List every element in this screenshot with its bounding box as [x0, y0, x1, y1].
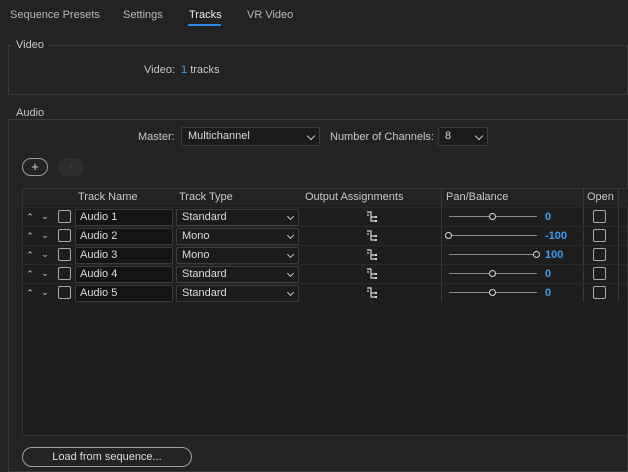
row-select-checkbox[interactable] [58, 229, 71, 242]
pan-value[interactable]: 100 [545, 249, 563, 261]
move-down-icon[interactable]: ⌄ [41, 210, 49, 222]
pan-value[interactable]: -100 [545, 230, 567, 242]
header-open: Open [587, 191, 614, 203]
channels-dropdown[interactable]: 8 [438, 127, 488, 146]
track-type-dropdown[interactable]: Mono [176, 247, 299, 264]
track-type-value: Standard [182, 287, 227, 299]
tab-sequence-presets[interactable]: Sequence Presets [10, 9, 100, 21]
video-count-number[interactable]: 1 [181, 64, 187, 76]
output-routing-icon[interactable] [366, 249, 378, 261]
chevron-down-icon [286, 231, 295, 240]
master-label: Master: [138, 131, 175, 143]
open-checkbox[interactable] [593, 248, 606, 261]
track-name-field[interactable]: Audio 4 [75, 266, 173, 283]
video-count-unit: tracks [190, 64, 220, 76]
chevron-down-icon [286, 269, 295, 278]
pan-slider-track[interactable] [449, 235, 537, 236]
add-track-button[interactable]: + [22, 158, 48, 176]
track-name-field[interactable]: Audio 1 [75, 209, 173, 226]
move-up-icon[interactable]: ⌃ [26, 211, 34, 223]
move-down-icon[interactable]: ⌄ [41, 248, 49, 260]
pan-slider-thumb[interactable] [533, 251, 540, 258]
output-routing-icon[interactable] [366, 287, 378, 299]
row-select-checkbox[interactable] [58, 210, 71, 223]
chevron-down-icon [286, 288, 295, 297]
audio-legend: Audio [12, 107, 49, 119]
tab-settings[interactable]: Settings [123, 9, 163, 21]
load-from-sequence-button[interactable]: Load from sequence... [22, 447, 192, 467]
header-track-type: Track Type [179, 191, 233, 203]
track-type-value: Mono [182, 249, 210, 261]
pan-slider-thumb[interactable] [445, 232, 452, 239]
track-type-dropdown[interactable]: Standard [176, 285, 299, 302]
move-down-icon[interactable]: ⌄ [41, 229, 49, 241]
table-row: ⌃ ⌄ Audio 2 Mono -100 [23, 226, 628, 245]
track-type-value: Standard [182, 268, 227, 280]
chevron-down-icon [306, 131, 316, 141]
active-tab-indicator [188, 24, 221, 26]
master-dropdown[interactable]: Multichannel [181, 127, 320, 146]
remove-track-button[interactable]: - [58, 158, 84, 176]
channels-label: Number of Channels: [330, 131, 434, 143]
track-type-value: Mono [182, 230, 210, 242]
header-pan-balance: Pan/Balance [446, 191, 509, 203]
pan-value[interactable]: 0 [545, 211, 551, 223]
row-select-checkbox[interactable] [58, 248, 71, 261]
track-type-dropdown[interactable]: Standard [176, 209, 299, 226]
video-label: Video: [144, 64, 175, 76]
pan-slider-track[interactable] [449, 254, 537, 255]
open-checkbox[interactable] [593, 210, 606, 223]
open-checkbox[interactable] [593, 286, 606, 299]
move-up-icon[interactable]: ⌃ [26, 287, 34, 299]
output-routing-icon[interactable] [366, 230, 378, 242]
pan-slider-thumb[interactable] [489, 270, 496, 277]
track-type-dropdown[interactable]: Standard [176, 266, 299, 283]
open-checkbox[interactable] [593, 229, 606, 242]
table-row: ⌃ ⌄ Audio 1 Standard 0 [23, 207, 628, 226]
header-output-assignments: Output Assignments [305, 191, 404, 203]
header-track-name: Track Name [78, 191, 138, 203]
track-name-field[interactable]: Audio 3 [75, 247, 173, 264]
move-up-icon[interactable]: ⌃ [26, 249, 34, 261]
video-section [8, 45, 628, 95]
track-type-dropdown[interactable]: Mono [176, 228, 299, 245]
table-row: ⌃ ⌄ Audio 3 Mono 100 [23, 245, 628, 264]
table-row: ⌃ ⌄ Audio 4 Standard 0 [23, 264, 628, 283]
move-down-icon[interactable]: ⌄ [41, 267, 49, 279]
pan-value[interactable]: 0 [545, 287, 551, 299]
tab-bar: Sequence Presets Settings Tracks VR Vide… [0, 0, 628, 30]
pan-slider-thumb[interactable] [489, 213, 496, 220]
row-select-checkbox[interactable] [58, 267, 71, 280]
master-dropdown-value: Multichannel [188, 130, 250, 142]
track-type-value: Standard [182, 211, 227, 223]
move-up-icon[interactable]: ⌃ [26, 268, 34, 280]
tab-vr-video[interactable]: VR Video [247, 9, 293, 21]
chevron-down-icon [286, 250, 295, 259]
output-routing-icon[interactable] [366, 268, 378, 280]
move-down-icon[interactable]: ⌄ [41, 286, 49, 298]
track-name-field[interactable]: Audio 2 [75, 228, 173, 245]
pan-slider-thumb[interactable] [489, 289, 496, 296]
video-track-count[interactable]: 1 tracks [181, 64, 220, 76]
pan-value[interactable]: 0 [545, 268, 551, 280]
chevron-down-icon [474, 131, 484, 141]
channels-dropdown-value: 8 [445, 130, 452, 142]
tab-tracks[interactable]: Tracks [189, 9, 222, 21]
table-row: ⌃ ⌄ Audio 5 Standard 0 [23, 283, 628, 302]
move-up-icon[interactable]: ⌃ [26, 230, 34, 242]
video-legend: Video [12, 39, 48, 51]
output-routing-icon[interactable] [366, 211, 378, 223]
chevron-down-icon [286, 212, 295, 221]
track-name-field[interactable]: Audio 5 [75, 285, 173, 302]
open-checkbox[interactable] [593, 267, 606, 280]
row-select-checkbox[interactable] [58, 286, 71, 299]
